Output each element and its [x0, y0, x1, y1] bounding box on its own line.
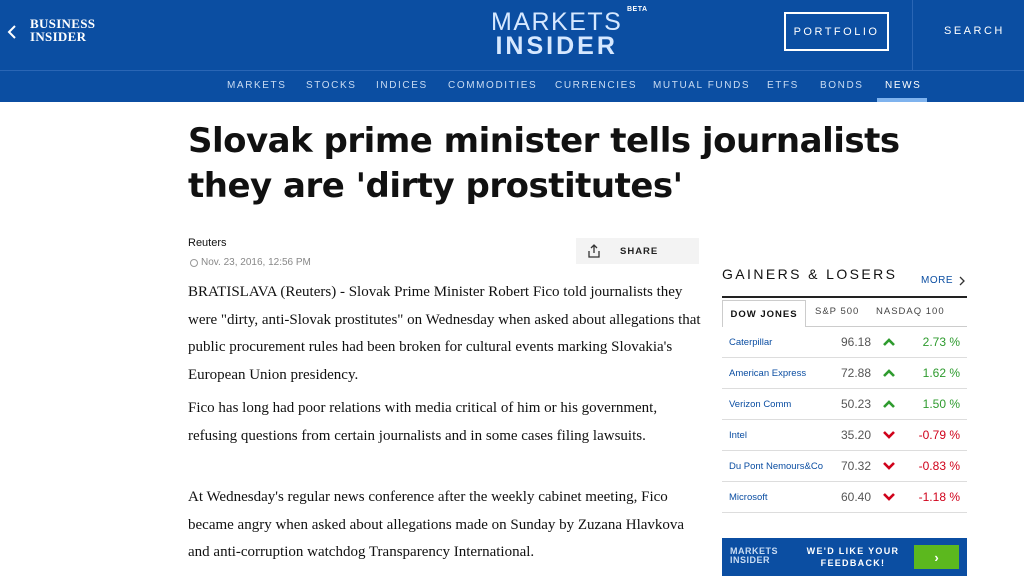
table-row[interactable]: Du Pont Nemours&Co 70.32 -0.83 %	[722, 451, 967, 482]
table-row[interactable]: Intel 35.20 -0.79 %	[722, 420, 967, 451]
stock-price: 96.18	[840, 335, 871, 349]
nav-item-bonds[interactable]: BONDS	[820, 80, 864, 91]
arrow-up-icon	[883, 369, 895, 377]
feedback-text: WE'D LIKE YOUR FEEDBACK!	[806, 546, 900, 568]
article-date-text: Nov. 23, 2016, 12:56 PM	[201, 257, 311, 268]
stock-name[interactable]: Verizon Comm	[729, 399, 791, 410]
stock-change: 2.73 %	[922, 335, 960, 349]
table-row[interactable]: Microsoft 60.40 -1.18 %	[722, 482, 967, 513]
share-button[interactable]: SHARE	[576, 238, 699, 264]
arrow-down-icon	[883, 462, 895, 470]
markets-insider-logo[interactable]: MARKETS INSIDER BETA	[491, 6, 647, 60]
tab-dow-jones[interactable]: DOW JONES	[722, 300, 806, 327]
back-button[interactable]	[0, 0, 24, 64]
table-row[interactable]: Verizon Comm 50.23 1.50 %	[722, 389, 967, 420]
share-label: SHARE	[620, 245, 659, 257]
article-headline: Slovak prime minister tells journalists …	[188, 121, 900, 206]
stock-change: 1.62 %	[922, 366, 960, 380]
nav-item-stocks[interactable]: STOCKS	[306, 80, 357, 91]
arrow-down-icon	[883, 493, 895, 501]
nav-item-etfs[interactable]: ETFS	[767, 80, 799, 91]
stock-change: -1.18 %	[918, 490, 960, 504]
nav-item-markets[interactable]: MARKETS	[227, 80, 287, 91]
portfolio-button[interactable]: PORTFOLIO	[784, 12, 889, 51]
stock-name[interactable]: Intel	[729, 430, 747, 441]
article-source[interactable]: Reuters	[188, 237, 227, 249]
business-insider-logo[interactable]: BUSINESS INSIDER	[30, 17, 95, 43]
stock-change: -0.83 %	[918, 459, 960, 473]
top-header: BUSINESS INSIDER MARKETS INSIDER BETA PO…	[0, 0, 1024, 70]
gainers-losers-rule	[722, 296, 967, 298]
stock-name[interactable]: Caterpillar	[729, 337, 772, 348]
article-paragraph-3: At Wednesday's regular news conference a…	[188, 489, 685, 560]
feedback-logo: MARKETS INSIDER	[730, 547, 778, 565]
mi-logo-line1: MARKETS	[491, 8, 623, 36]
arrow-up-icon	[883, 338, 895, 346]
stock-name[interactable]: Microsoft	[729, 492, 768, 503]
stock-price: 70.32	[840, 459, 871, 473]
table-row[interactable]: Caterpillar 96.18 2.73 %	[722, 327, 967, 358]
arrow-down-icon	[883, 431, 895, 439]
table-row[interactable]: American Express 72.88 1.62 %	[722, 358, 967, 389]
section-nav: MARKETS STOCKS INDICES COMMODITIES CURRE…	[0, 70, 1024, 102]
stock-price: 60.40	[840, 490, 871, 504]
nav-item-commodities[interactable]: COMMODITIES	[448, 80, 537, 91]
search-button[interactable]: SEARCH	[944, 25, 1005, 37]
stock-change: 1.50 %	[922, 397, 960, 411]
feedback-go-button[interactable]: ›	[914, 545, 959, 569]
stock-price: 72.88	[840, 366, 871, 380]
stock-price: 50.23	[840, 397, 871, 411]
article-date: Nov. 23, 2016, 12:56 PM	[190, 257, 311, 268]
feedback-logo-line2: INSIDER	[730, 555, 771, 565]
chevron-right-icon	[959, 276, 965, 285]
nav-item-indices[interactable]: INDICES	[376, 80, 428, 91]
tab-sp-500[interactable]: S&P 500	[815, 306, 859, 317]
article-paragraph-2: Fico has long had poor relations with me…	[188, 400, 658, 444]
beta-badge: BETA	[627, 6, 648, 13]
stock-name[interactable]: Du Pont Nemours&Co	[729, 461, 823, 472]
mi-logo-line2: INSIDER	[495, 32, 618, 60]
header-divider	[912, 0, 913, 70]
active-nav-indicator	[877, 98, 927, 102]
share-icon	[580, 244, 608, 258]
nav-item-mutual-funds[interactable]: MUTUAL FUNDS	[653, 80, 750, 91]
gainers-losers-title: GAINERS & LOSERS	[722, 266, 898, 282]
stock-list: Caterpillar 96.18 2.73 % American Express 72…	[722, 327, 967, 513]
nav-item-news[interactable]: NEWS	[885, 80, 921, 91]
clock-icon	[190, 258, 198, 267]
chevron-left-icon	[7, 25, 16, 39]
more-label: MORE	[921, 275, 953, 286]
stock-change: -0.79 %	[918, 428, 960, 442]
more-link[interactable]: MORE	[921, 275, 965, 286]
article-paragraph-1: BRATISLAVA (Reuters) - Slovak Prime Mini…	[188, 284, 701, 383]
index-tabs: DOW JONES S&P 500 NASDAQ 100	[722, 300, 967, 327]
feedback-banner[interactable]: MARKETS INSIDER WE'D LIKE YOUR FEEDBACK!…	[722, 538, 967, 576]
bi-logo-line2: INSIDER	[30, 29, 87, 44]
stock-price: 35.20	[840, 428, 871, 442]
nav-item-currencies[interactable]: CURRENCIES	[555, 80, 637, 91]
tab-nasdaq-100[interactable]: NASDAQ 100	[876, 306, 945, 317]
arrow-up-icon	[883, 400, 895, 408]
stock-name[interactable]: American Express	[729, 368, 806, 379]
